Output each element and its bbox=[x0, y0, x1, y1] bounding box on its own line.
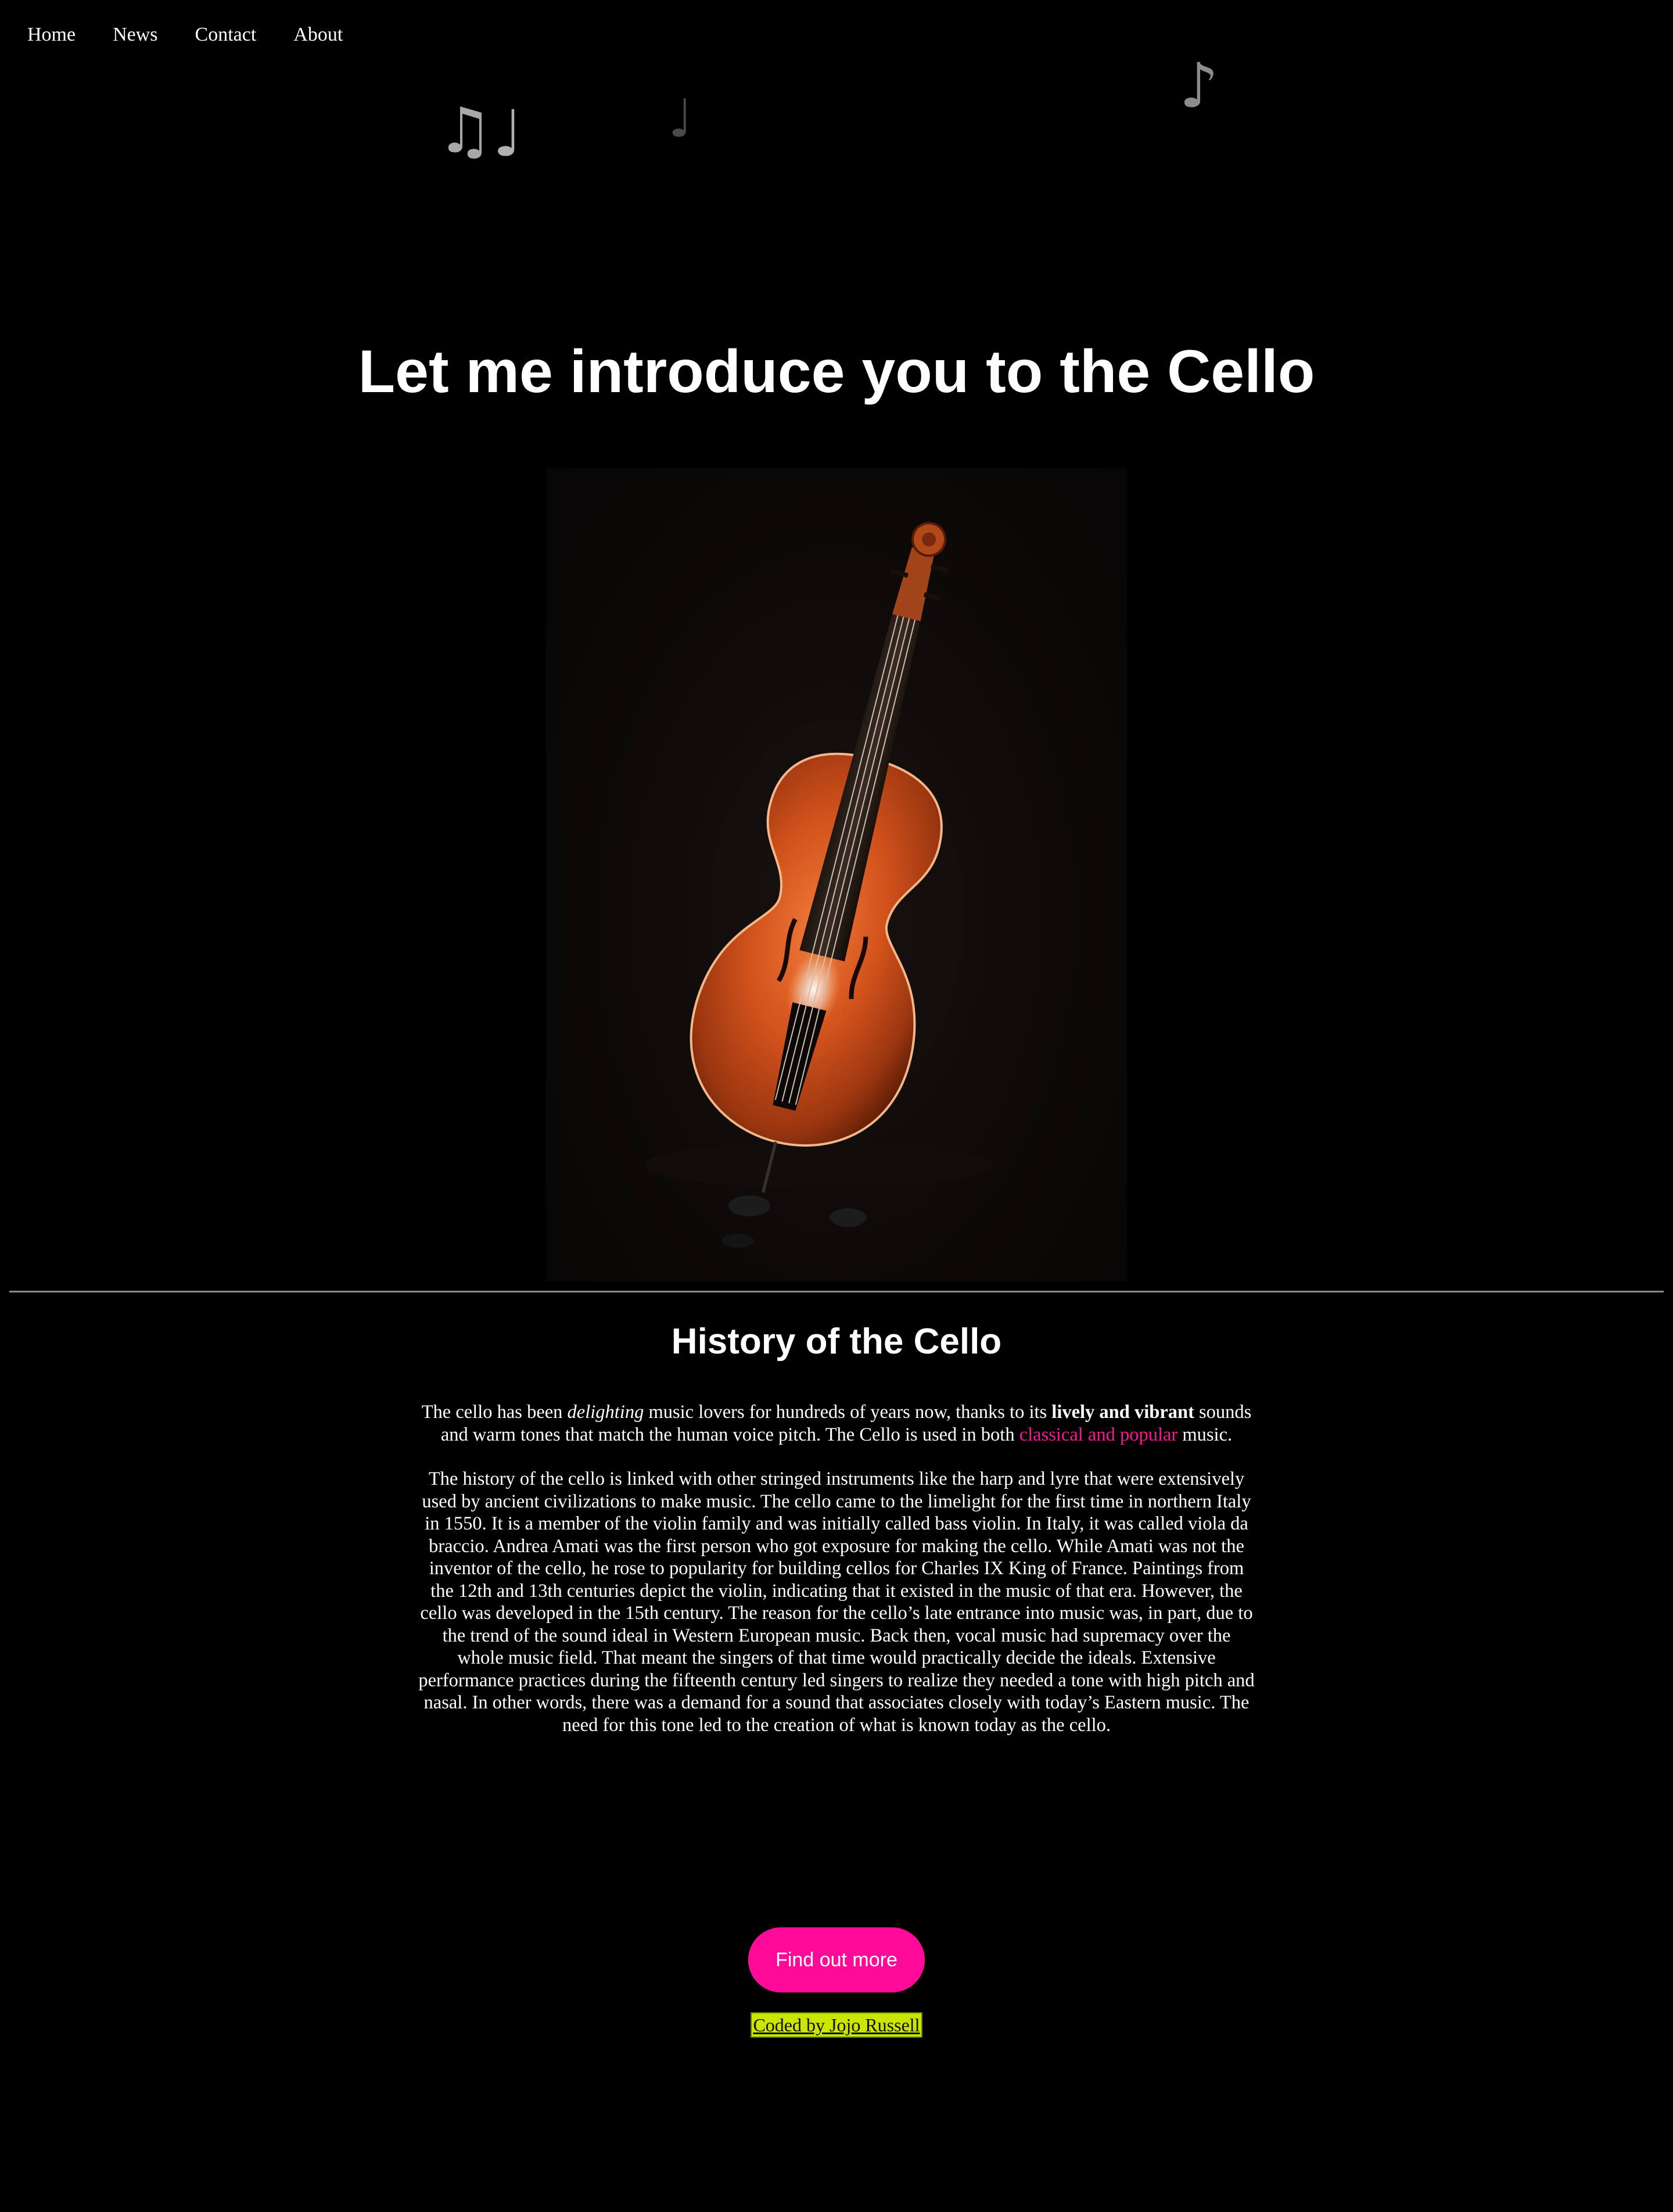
section-divider bbox=[9, 1291, 1664, 1292]
nav-news-link[interactable]: News bbox=[113, 21, 157, 49]
find-out-more-button[interactable]: Find out more bbox=[748, 1927, 925, 1992]
intro-strong: lively and vibrant bbox=[1051, 1402, 1194, 1423]
nav-about-link[interactable]: About bbox=[293, 21, 343, 49]
eighth-note-icon: ♪ bbox=[1179, 50, 1219, 121]
classical-popular-link[interactable]: classical and popular bbox=[1019, 1424, 1178, 1445]
page-title: Let me introduce you to the Cello bbox=[358, 338, 1315, 405]
cello-image bbox=[546, 468, 1127, 1281]
intro-paragraph: The cello has been delighting music love… bbox=[418, 1401, 1255, 1446]
quarter-note-icon: ♩ bbox=[668, 88, 693, 149]
intro-text: The cello has been bbox=[421, 1402, 568, 1423]
main-nav: Home News Contact About bbox=[27, 21, 380, 49]
nav-contact-link[interactable]: Contact bbox=[195, 21, 257, 49]
history-heading: History of the Cello bbox=[671, 1322, 1002, 1362]
history-paragraph: The history of the cello is linked with … bbox=[418, 1468, 1255, 1736]
intro-text: music. bbox=[1177, 1424, 1233, 1445]
nav-home-link[interactable]: Home bbox=[27, 21, 76, 49]
intro-emphasis: delighting bbox=[567, 1402, 644, 1423]
history-content: The cello has been delighting music love… bbox=[418, 1401, 1255, 1758]
beamed-notes-icon: ♫ bbox=[437, 95, 493, 167]
quarter-note-icon: ♩ bbox=[493, 96, 523, 171]
intro-text: music lovers for hundreds of years now, … bbox=[644, 1402, 1052, 1423]
footer-credit-link[interactable]: Coded by Jojo Russell bbox=[751, 2012, 922, 2038]
cello-illustration bbox=[645, 522, 993, 1248]
